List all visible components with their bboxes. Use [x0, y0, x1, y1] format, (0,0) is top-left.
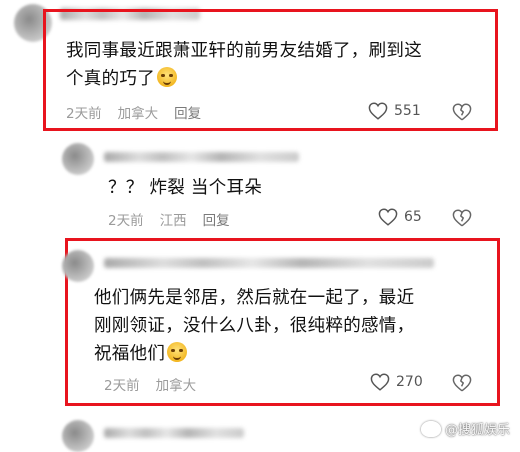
- like-button[interactable]: 551: [368, 102, 421, 120]
- comment-line: 祝福他们: [94, 340, 414, 368]
- comment-meta: 2天前 加拿大: [104, 374, 196, 394]
- dislike-button[interactable]: [452, 374, 472, 396]
- timestamp: 2天前: [66, 106, 102, 122]
- like-button[interactable]: 65: [378, 208, 422, 226]
- comment-line: 他们俩先是邻居，然后就在一起了，最近: [94, 288, 415, 308]
- dislike-button[interactable]: [452, 103, 472, 125]
- broken-heart-icon: [452, 374, 472, 392]
- comment-meta: 2天前 加拿大 回复: [66, 102, 201, 122]
- like-count: 65: [404, 209, 422, 225]
- username[interactable]: [104, 258, 434, 268]
- watermark: @搜狐娱乐: [420, 419, 510, 438]
- reply-button[interactable]: 回复: [174, 102, 201, 122]
- heart-icon: [368, 102, 388, 120]
- location: 加拿大: [117, 106, 159, 122]
- username[interactable]: [104, 428, 244, 438]
- timestamp: 2天前: [108, 213, 144, 229]
- like-button[interactable]: 270: [370, 373, 423, 391]
- smirk-emoji-icon: [167, 342, 188, 362]
- comment-line: 我同事最近跟萧亚轩的前男友结婚了，刷到这: [66, 41, 422, 61]
- username[interactable]: [104, 152, 299, 162]
- watermark-text: @搜狐娱乐: [444, 423, 510, 438]
- avatar[interactable]: [62, 420, 94, 452]
- avatar[interactable]: [62, 250, 94, 282]
- like-count: 270: [396, 374, 423, 390]
- comment-line: 个真的巧了: [66, 65, 422, 93]
- avatar[interactable]: [62, 143, 94, 175]
- location: 加拿大: [155, 378, 197, 394]
- comment-text: ？？ 炸裂 当个耳朵: [108, 174, 262, 202]
- location: 江西: [159, 213, 187, 229]
- grinning-emoji-icon: [157, 67, 177, 87]
- timestamp: 2天前: [104, 378, 140, 394]
- weibo-logo-icon: [420, 420, 441, 437]
- heart-icon: [370, 373, 390, 391]
- comment-line: ？？ 炸裂 当个耳朵: [108, 178, 263, 198]
- comment-meta: 2天前 江西 回复: [108, 209, 230, 229]
- comment-line: 刚刚领证，没什么八卦，很纯粹的感情，: [94, 316, 415, 336]
- reply-button[interactable]: 回复: [203, 209, 230, 229]
- broken-heart-icon: [452, 209, 472, 227]
- heart-icon: [378, 208, 398, 226]
- broken-heart-icon: [452, 103, 472, 121]
- dislike-button[interactable]: [452, 209, 472, 231]
- comment-text: 我同事最近跟萧亚轩的前男友结婚了，刷到这 个真的巧了: [66, 37, 422, 93]
- comment-text: 他们俩先是邻居，然后就在一起了，最近 刚刚领证，没什么八卦，很纯粹的感情， 祝福…: [94, 284, 414, 368]
- like-count: 551: [394, 103, 421, 119]
